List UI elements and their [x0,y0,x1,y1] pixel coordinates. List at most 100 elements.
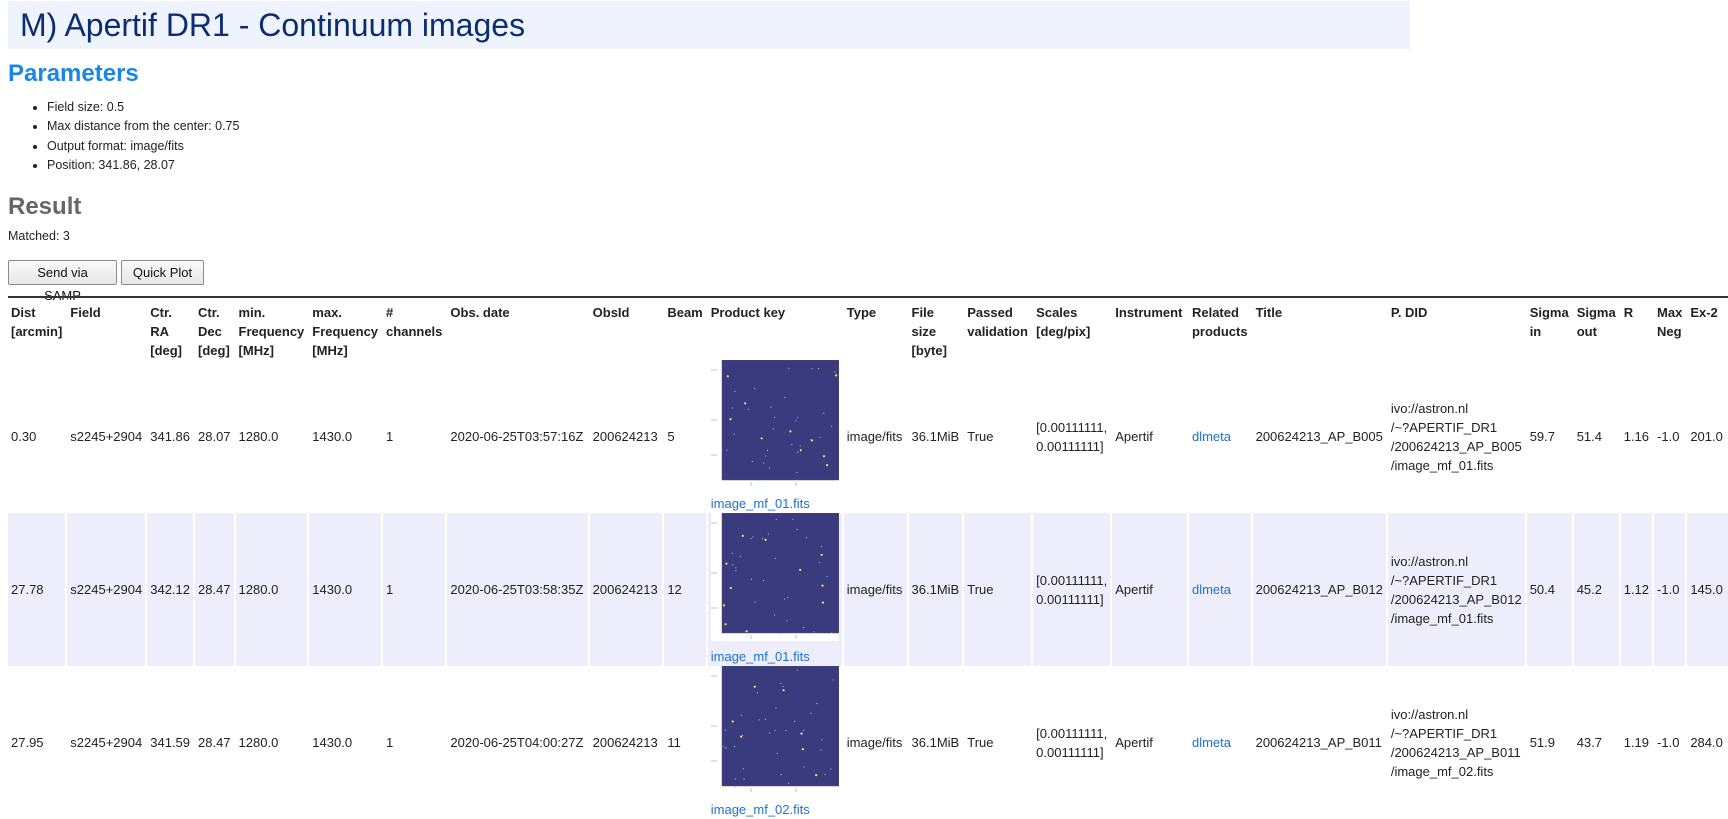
cell-maxneg: -1.0 [1652,666,1685,819]
cell-title: 200624213_AP_B005 [1250,360,1386,513]
parameter-field-size: Field size: 0.5 [47,98,239,117]
column-header-title: Title [1250,298,1386,360]
parameter-output-format: Output format: image/fits [47,137,239,156]
cell-sigin: 51.9 [1524,666,1572,819]
cell-text-line: /~?APERTIF_DR1 [1390,725,1498,741]
cell-dec: 28.47 [193,666,234,819]
parameter-position: Position: 341.86, 28.07 [47,156,239,175]
cell-scales: [0.00111111, 0.00111111] [1031,360,1110,513]
column-header-text: out [1576,324,1597,339]
cell-pkey: image_mf_02.fits [705,666,842,819]
cell-pdid: ivo://astron.nl /~?APERTIF_DR1/200624213_… [1385,513,1525,666]
cell-maxf: 1430.0 [307,360,381,513]
cell-passed: True [962,666,1031,819]
cell-minf: 1280.0 [233,360,308,513]
cell-field: s2245+2904 [65,666,145,819]
column-header-text: Ctr. [150,305,172,320]
product-key-link[interactable]: image_mf_01.fits [711,494,839,513]
column-header-obsid: ObsId [587,298,663,360]
cell-ex2: 284.0 [1685,666,1728,819]
column-header-scales: Scales [deg/pix] [1031,298,1110,360]
cell-minf: 1280.0 [233,513,308,666]
cell-text-line: 0.00111111] [1036,591,1104,607]
column-header-text: # [386,305,394,320]
cell-text-line: /200624213_AP_B005 [1390,438,1522,454]
preview-thumbnail[interactable] [710,666,839,794]
column-header-text: Max [1657,305,1683,320]
column-header-text: Passed [967,305,1013,320]
column-header-passed: Passed validation [962,298,1031,360]
cell-sigout: 51.4 [1571,360,1619,513]
column-header-sigin: Sigma in [1524,298,1572,360]
column-header-text: channels [386,324,443,339]
cell-scales: [0.00111111, 0.00111111] [1031,666,1110,819]
cell-title: 200624213_AP_B011 [1250,666,1386,819]
cell-dec: 28.47 [193,513,234,666]
column-header-text: [MHz] [238,343,274,358]
result-heading: Result [8,193,82,220]
cell-obsid: 200624213 [587,513,663,666]
column-header-text: Obs. date [450,305,510,320]
column-header-type: Type [841,298,907,360]
column-header-minf: min. Frequency [MHz] [233,298,308,360]
parameter-max-distance: Max distance from the center: 0.75 [47,117,239,136]
cell-text-line: ivo://astron.nl [1390,553,1469,569]
column-header-sigout: Sigma out [1571,298,1619,360]
table-row: 27.78 s2245+2904 342.12 28.47 1280.0 1430.0 1 2… [8,513,1728,666]
column-header-related: Related products [1186,298,1251,360]
column-header-text: P. DID [1390,305,1428,320]
cell-type: image/fits [841,513,907,666]
cell-text-line: /~?APERTIF_DR1 [1390,572,1498,588]
column-header-field: Field [65,298,145,360]
column-header-instr: Instrument [1110,298,1187,360]
dlmeta-link[interactable]: dlmeta [1192,582,1231,597]
cell-scales: [0.00111111, 0.00111111] [1031,513,1111,666]
quick-plot-button[interactable]: Quick Plot [121,260,204,285]
column-header-text: Ctr. [198,305,220,320]
cell-title: 200624213_AP_B012 [1250,513,1386,666]
cell-field: s2245+2904 [65,360,145,513]
cell-dist: 27.78 [8,513,66,666]
column-header-text: ObsId [592,305,630,320]
cell-sigout: 45.2 [1571,513,1619,666]
cell-obsid: 200624213 [587,666,663,819]
column-header-obsdate: Obs. date [445,298,587,360]
cell-ra: 341.86 [145,360,193,513]
column-header-text: RA [150,324,170,339]
cell-text-line: ivo://astron.nl [1390,706,1469,722]
cell-minf: 1280.0 [233,666,308,819]
dlmeta-link[interactable]: dlmeta [1192,429,1231,444]
cell-ex2: 201.0 [1685,360,1728,513]
column-header-text: Ex-2 [1690,305,1718,320]
send-via-samp-button[interactable]: Send via SAMP [8,260,117,303]
dlmeta-link[interactable]: dlmeta [1192,735,1231,750]
cell-r: 1.19 [1618,666,1652,819]
cell-chan: 1 [381,666,445,819]
product-key-link[interactable]: image_mf_01.fits [711,647,839,666]
cell-beam: 11 [662,666,705,819]
cell-ra: 342.12 [145,513,193,666]
cell-chan: 1 [381,513,446,666]
column-header-text: Beam [667,305,703,320]
cell-text-line: /image_mf_01.fits [1390,457,1494,473]
parameters-heading: Parameters [8,60,139,87]
preview-thumbnail[interactable] [710,360,839,488]
cell-text-line: 0.00111111] [1036,744,1104,760]
column-header-ex2: Ex-2 [1685,298,1728,360]
cell-fsize: 36.1MiB [906,360,963,513]
cell-sigin: 59.7 [1524,360,1572,513]
column-header-text: [byte] [911,343,947,358]
column-header-pdid: P. DID [1385,298,1525,360]
column-header-text: Sigma [1576,305,1616,320]
cell-dec: 28.07 [193,360,234,513]
preview-thumbnail[interactable] [710,513,839,641]
cell-text-line: [0.00111111, [1036,572,1108,588]
cell-pdid: ivo://astron.nl /~?APERTIF_DR1/200624213_… [1385,666,1525,819]
cell-obsdate: 2020-06-25T04:00:27Z [445,666,587,819]
cell-text-line: /image_mf_01.fits [1390,610,1494,626]
cell-r: 1.16 [1618,360,1652,513]
cell-related: dlmeta [1186,666,1251,819]
cell-r: 1.12 [1618,513,1653,666]
cell-ra: 341.59 [145,666,193,819]
cell-dist: 0.30 [11,429,37,444]
